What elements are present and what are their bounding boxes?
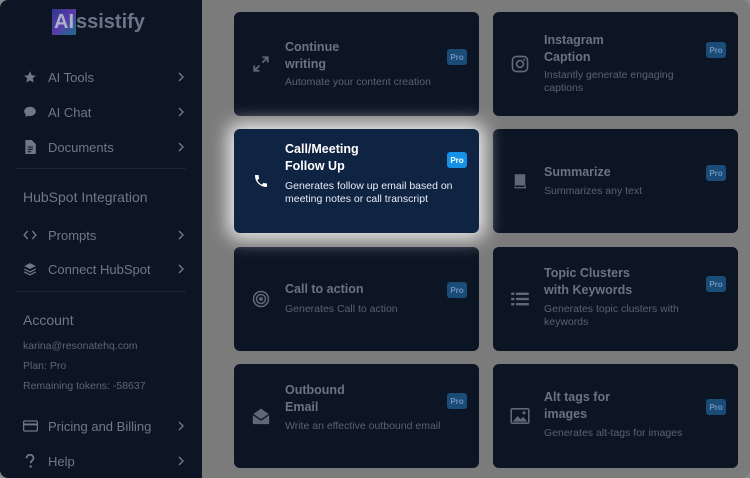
question-icon [22, 453, 38, 469]
sidebar-item-ai-tools[interactable]: AI Tools [22, 64, 186, 90]
section-title-account: Account [23, 312, 74, 328]
sidebar-item-connect-hubspot[interactable]: Connect HubSpot [22, 256, 186, 282]
sidebar-divider [16, 291, 186, 292]
chevron-right-icon [178, 230, 184, 240]
chevron-right-icon [178, 107, 184, 117]
pro-badge: Pro [447, 282, 467, 298]
image-icon [509, 405, 531, 427]
code-icon [22, 227, 38, 243]
sidebar-item-ai-chat[interactable]: AI Chat [22, 99, 186, 125]
sidebar-item-label: Help [48, 453, 75, 469]
expand-arrows-icon [250, 53, 272, 75]
card-description: Generates follow up email based on meeti… [285, 180, 453, 205]
chat-icon [22, 104, 38, 120]
sidebar-item-help[interactable]: Help [22, 448, 186, 474]
card-outbound-email[interactable]: Outbound Email Write an effective outboun… [234, 364, 479, 468]
card-title: Continue writing [285, 40, 340, 71]
card-title: Call/Meeting Follow Up [285, 142, 359, 173]
account-plan: Plan: Pro [23, 360, 67, 372]
card-title: Alt tags for images [544, 390, 610, 421]
list-icon [509, 288, 531, 310]
sidebar: AI ssistify AI Tools AI Chat Documents Hu… [0, 0, 202, 478]
card-description: Generates alt-tags for images [544, 427, 683, 439]
card-description: Generates topic clusters with keywords [544, 303, 679, 328]
account-email: karina@resonatehq.com [23, 340, 138, 352]
chevron-right-icon [178, 142, 184, 152]
app-window: AI ssistify AI Tools AI Chat Documents Hu… [0, 0, 750, 478]
pro-badge: Pro [706, 399, 726, 415]
sidebar-item-label: AI Chat [48, 104, 92, 120]
account-tokens: Remaining tokens: -58637 [23, 380, 146, 392]
sidebar-item-pricing-billing[interactable]: Pricing and Billing [22, 413, 186, 439]
envelope-open-icon [250, 405, 272, 427]
pro-badge: Pro [447, 152, 467, 168]
sidebar-item-label: Prompts [48, 227, 97, 243]
credit-card-icon [22, 418, 38, 434]
pro-badge: Pro [706, 276, 726, 292]
card-instagram-caption[interactable]: Instagram Caption Instantly generate enga… [493, 12, 738, 116]
card-title: Topic Clusters with Keywords [544, 266, 633, 297]
card-summarize[interactable]: Summarize Summarizes any text Pro [493, 129, 738, 233]
card-description: Generates Call to action [285, 303, 398, 315]
card-description: Automate your content creation [285, 76, 431, 88]
pro-badge: Pro [706, 165, 726, 181]
book-icon [509, 170, 531, 192]
card-continue-writing[interactable]: Continue writing Automate your content cr… [234, 12, 479, 116]
chevron-right-icon [178, 264, 184, 274]
card-call-to-action[interactable]: Call to action Generates Call to action … [234, 247, 479, 351]
sidebar-item-label: Pricing and Billing [48, 418, 152, 434]
target-icon [250, 288, 272, 310]
sidebar-divider [16, 168, 186, 169]
card-title: Call to action [285, 282, 364, 296]
logo[interactable]: AI ssistify [52, 8, 145, 36]
instagram-icon [509, 53, 531, 75]
document-icon [22, 139, 38, 155]
card-call-meeting-follow-up[interactable]: Call/Meeting Follow Up Generates follow u… [234, 129, 479, 233]
sidebar-item-documents[interactable]: Documents [22, 134, 186, 160]
sidebar-item-prompts[interactable]: Prompts [22, 222, 186, 248]
card-alt-tags[interactable]: Alt tags for images Generates alt-tags fo… [493, 364, 738, 468]
card-title: Summarize [544, 165, 611, 179]
pro-badge: Pro [706, 42, 726, 58]
logo-ai-mark: AI [52, 9, 76, 35]
sidebar-item-label: Documents [48, 139, 114, 155]
card-description: Summarizes any text [544, 185, 643, 197]
card-title: Instagram Caption [544, 33, 604, 64]
layers-icon [22, 261, 38, 277]
card-description: Instantly generate engaging captions [544, 69, 674, 94]
pro-badge: Pro [447, 49, 467, 65]
card-title: Outbound Email [285, 383, 345, 414]
section-title-hubspot: HubSpot Integration [23, 189, 148, 205]
chevron-right-icon [178, 421, 184, 431]
phone-icon [250, 170, 272, 192]
card-description: Write an effective outbound email [285, 420, 441, 432]
chevron-right-icon [178, 456, 184, 466]
logo-text: ssistify [76, 11, 145, 33]
star-icon [22, 69, 38, 85]
sidebar-item-label: AI Tools [48, 69, 95, 85]
pro-badge: Pro [447, 393, 467, 409]
sidebar-item-label: Connect HubSpot [48, 261, 151, 277]
card-topic-clusters[interactable]: Topic Clusters with Keywords Generates to… [493, 247, 738, 351]
chevron-right-icon [178, 72, 184, 82]
